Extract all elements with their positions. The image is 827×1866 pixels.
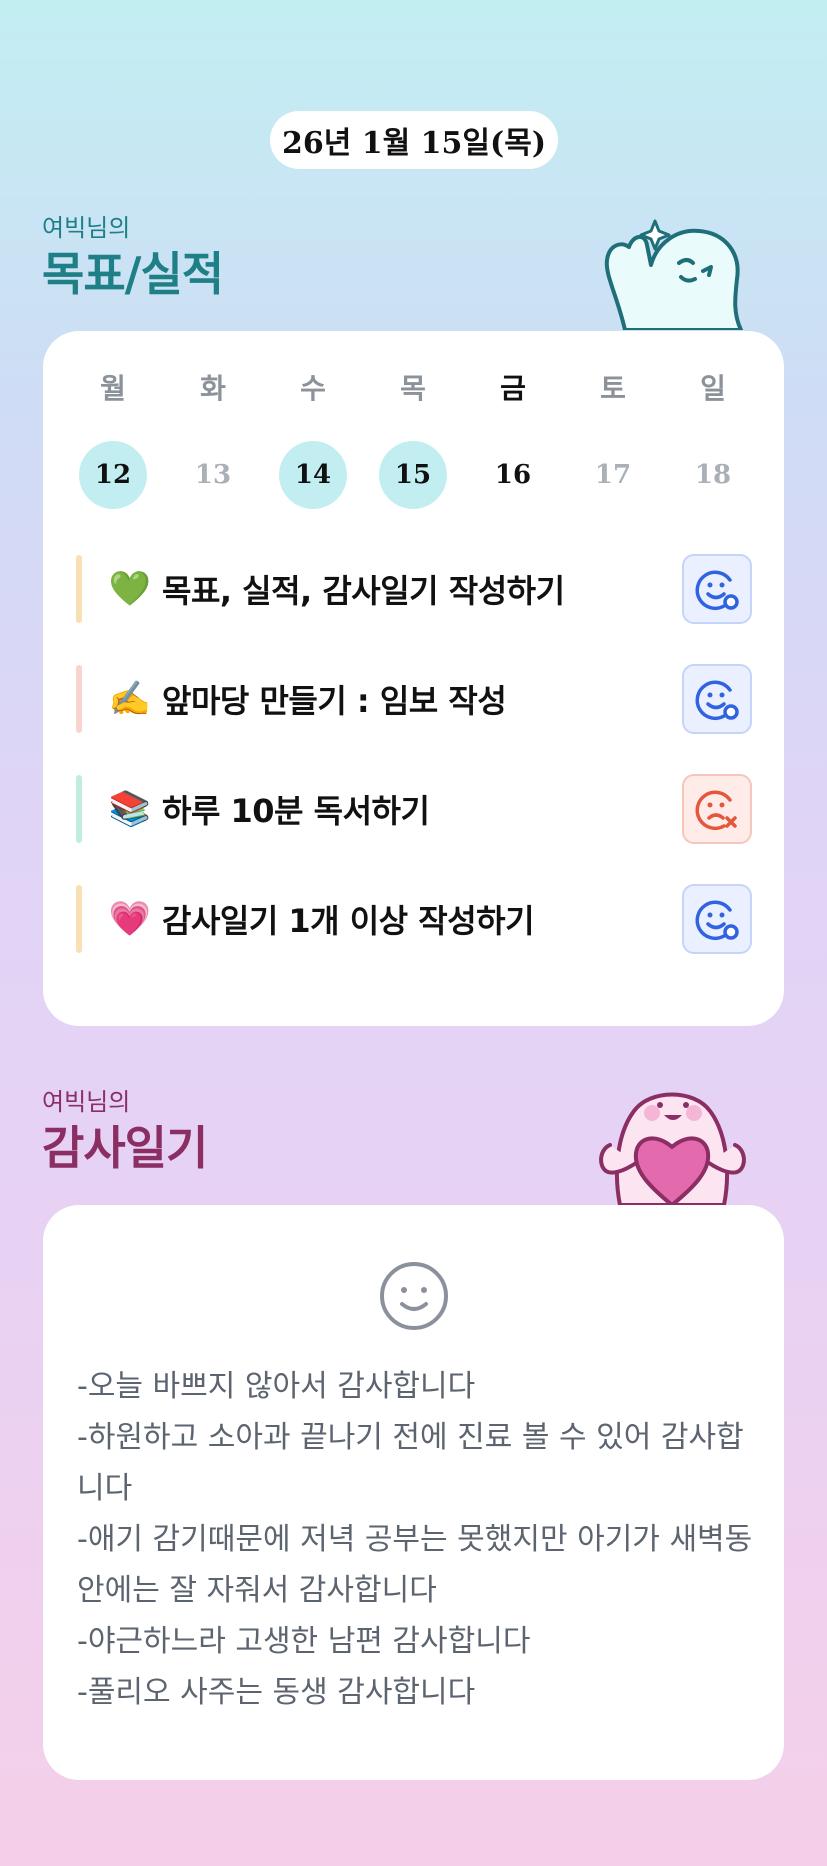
diary-line: -애기 감기때문에 저녁 공부는 못했지만 아기가 새벽동안에는 잘 자줘서 감…: [77, 1522, 753, 1608]
goal-emoji: 💗: [108, 899, 152, 939]
heart-mascot-icon: [599, 1092, 746, 1205]
diary-entry-text: -오늘 바쁘지 않아서 감사합니다 -하원하고 소아과 끝나기 전에 진료 볼 …: [77, 1361, 757, 1718]
day-number: 14: [279, 441, 347, 509]
goal-item[interactable]: ✍️ 앞마당 만들기 : 임보 작성: [76, 664, 752, 734]
goals-card: 월 화 수 목 금 토 일 12 13 14 15 16 17 18 💚 목표,…: [43, 331, 784, 1026]
day-row: 12 13 14 15 16 17 18: [63, 441, 763, 509]
weekday-label: 토: [600, 372, 626, 405]
goal-accent-bar: [76, 885, 82, 953]
goal-item[interactable]: 💗 감사일기 1개 이상 작성하기: [76, 884, 752, 954]
goal-text: 앞마당 만들기 : 임보 작성: [162, 682, 507, 720]
weekday-label: 수: [300, 372, 326, 405]
day-cell-done[interactable]: 12: [63, 441, 163, 509]
diary-card: -오늘 바쁘지 않아서 감사합니다 -하원하고 소아과 끝나기 전에 진료 볼 …: [43, 1205, 784, 1780]
day-cell[interactable]: 17: [563, 441, 663, 509]
diary-line: -오늘 바쁘지 않아서 감사합니다: [77, 1369, 476, 1404]
goal-item[interactable]: 💚 목표, 실적, 감사일기 작성하기: [76, 554, 752, 624]
weekday-label-today: 금: [500, 372, 526, 405]
diary-line: -하원하고 소아과 끝나기 전에 진료 볼 수 있어 감사합니다: [77, 1420, 744, 1506]
weekday-label: 일: [700, 372, 726, 405]
date-pill: 26년 1월 15일(목): [270, 111, 558, 169]
goal-status-button[interactable]: [682, 554, 752, 624]
goal-accent-bar: [76, 775, 82, 843]
weekday-row: 월 화 수 목 금 토 일: [63, 367, 763, 407]
goal-accent-bar: [76, 665, 82, 733]
goal-emoji: 💚: [108, 569, 152, 609]
diary-line: -풀리오 사주는 동생 감사합니다: [77, 1675, 476, 1710]
day-number: 13: [194, 460, 232, 490]
ghost-mascot-icon: [604, 219, 743, 330]
weekday-label: 목: [400, 372, 426, 405]
goal-text: 목표, 실적, 감사일기 작성하기: [162, 572, 565, 610]
goal-emoji: ✍️: [108, 679, 152, 719]
goal-status-button[interactable]: [682, 884, 752, 954]
goal-text: 하루 10분 독서하기: [162, 792, 430, 830]
day-number: 16: [494, 460, 532, 490]
goal-emoji: 📚: [108, 789, 152, 829]
diary-line: -야근하느라 고생한 남편 감사합니다: [77, 1624, 531, 1659]
sad-x-icon: [695, 790, 737, 830]
day-cell[interactable]: 13: [163, 441, 263, 509]
goal-status-button[interactable]: [682, 774, 752, 844]
goals-section-title: 목표/실적: [42, 247, 224, 301]
goal-status-button[interactable]: [682, 664, 752, 734]
diary-section-title: 감사일기: [42, 1121, 208, 1175]
smile-check-icon: [695, 680, 739, 720]
day-cell[interactable]: 18: [663, 441, 763, 509]
day-cell-today[interactable]: 16: [463, 441, 563, 509]
day-number: 15: [379, 441, 447, 509]
smile-face-icon: [380, 1262, 448, 1330]
weekday-label: 화: [200, 372, 226, 405]
day-number: 18: [694, 460, 732, 490]
smile-check-icon: [695, 570, 739, 610]
day-number: 17: [594, 460, 632, 490]
weekday-label: 월: [100, 372, 126, 405]
goal-text: 감사일기 1개 이상 작성하기: [162, 902, 535, 940]
day-number: 12: [79, 441, 147, 509]
goal-accent-bar: [76, 555, 82, 623]
day-cell-done[interactable]: 14: [263, 441, 363, 509]
smile-check-icon: [695, 900, 739, 940]
day-cell-done[interactable]: 15: [363, 441, 463, 509]
goal-item[interactable]: 📚 하루 10분 독서하기: [76, 774, 752, 844]
